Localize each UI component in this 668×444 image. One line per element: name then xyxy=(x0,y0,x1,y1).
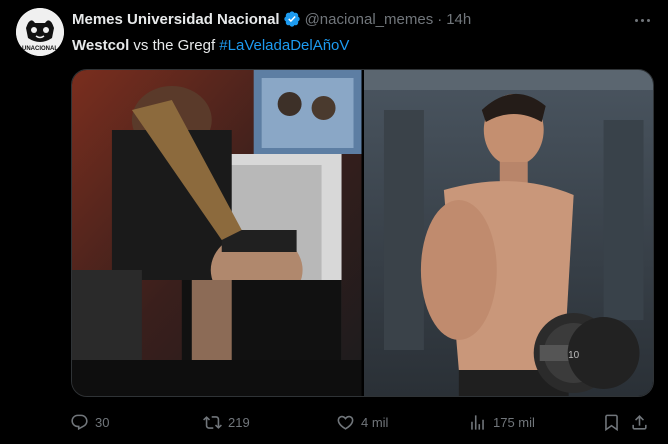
hashtag-link[interactable]: #LaVeladaDelAñoV xyxy=(219,37,349,54)
reply-count: 30 xyxy=(95,414,110,430)
timestamp[interactable]: 14h xyxy=(446,11,471,28)
reply-button[interactable]: 30 xyxy=(70,413,109,432)
tweet-header: Memes Universidad Nacional @nacional_mem… xyxy=(72,9,656,29)
views-button[interactable]: 175 mil xyxy=(468,413,535,432)
heart-icon xyxy=(337,415,354,430)
action-bar: 30 219 4 mil 175 mil xyxy=(70,410,648,434)
photo-right[interactable]: 10 xyxy=(363,70,653,396)
avatar[interactable]: UNACIONAL xyxy=(16,8,64,56)
photo-right-image: 10 xyxy=(363,70,653,396)
bookmark-icon xyxy=(605,414,618,431)
media-grid: 10 xyxy=(71,69,654,397)
bookmark-button[interactable] xyxy=(602,413,621,432)
views-chart-icon xyxy=(471,414,484,430)
tweet-text: Westcol vs the Gregf #LaVeladaDelAñoV xyxy=(72,36,349,56)
tweet-text-bold: Westcol xyxy=(72,37,130,54)
like-button[interactable]: 4 mil xyxy=(336,413,388,432)
photo-left[interactable] xyxy=(72,70,362,396)
author-handle[interactable]: @nacional_memes xyxy=(305,11,434,28)
share-button[interactable] xyxy=(630,413,649,432)
avatar-cat-logo-icon: UNACIONAL xyxy=(16,8,64,56)
reply-icon xyxy=(71,414,88,430)
separator-dot: · xyxy=(437,10,443,28)
tweet-text-body: vs the Gregf xyxy=(129,37,220,54)
author-name[interactable]: Memes Universidad Nacional xyxy=(72,11,280,28)
like-count: 4 mil xyxy=(361,414,389,430)
repost-count: 219 xyxy=(228,414,250,430)
svg-text:UNACIONAL: UNACIONAL xyxy=(22,46,58,52)
share-icon xyxy=(632,414,647,430)
views-count: 175 mil xyxy=(493,414,535,430)
verified-badge-icon[interactable] xyxy=(283,10,301,28)
repost-icon xyxy=(203,415,222,429)
more-options-icon[interactable] xyxy=(630,10,654,30)
dumbbell-number: 10 xyxy=(568,350,580,361)
photo-left-image xyxy=(72,70,362,396)
repost-button[interactable]: 219 xyxy=(203,413,250,432)
